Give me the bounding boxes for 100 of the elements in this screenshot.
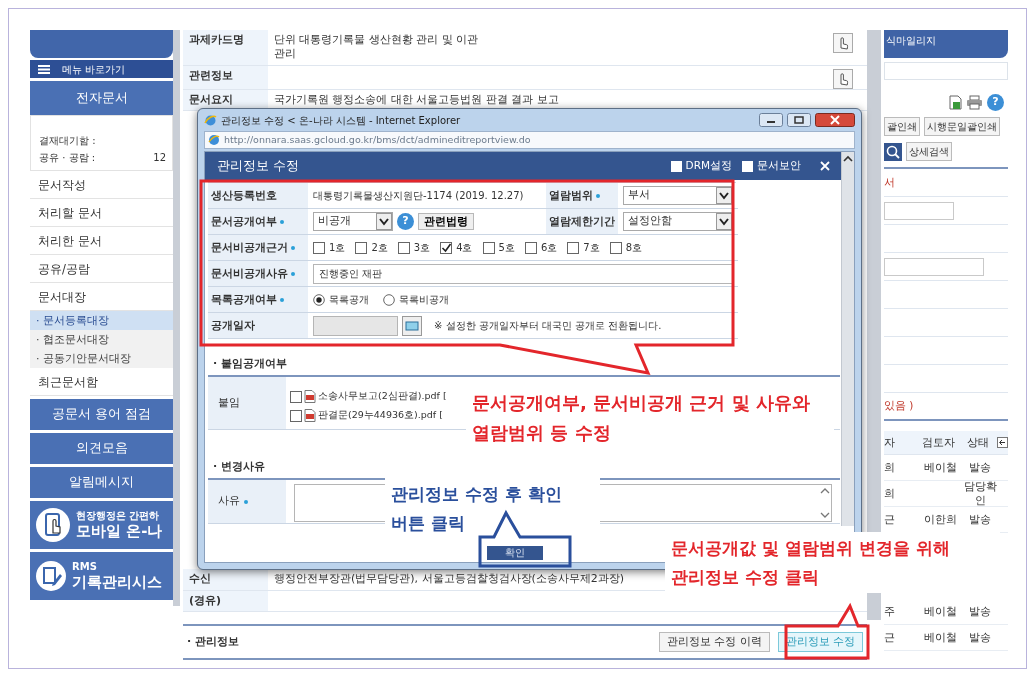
print-icon[interactable] bbox=[966, 95, 983, 110]
checkbox[interactable] bbox=[290, 409, 302, 422]
banner-title: 모바일 온-나 bbox=[76, 521, 163, 542]
maximize-button[interactable] bbox=[787, 113, 811, 127]
close-icon[interactable] bbox=[819, 160, 831, 172]
dialog-title: 관리정보 수정 bbox=[217, 157, 301, 175]
checkbox[interactable] bbox=[670, 160, 682, 172]
file-name[interactable]: 판결문(29누44936호).pdf [ bbox=[318, 409, 443, 422]
sidebar-item[interactable]: 최근문서함 bbox=[30, 368, 173, 396]
field-value: 단위 대통령기록물 생산현황 관리 및 이관 관리 bbox=[274, 33, 479, 62]
checkbox[interactable] bbox=[524, 241, 537, 254]
note-text: ※ 설정한 공개일자부터 대국민 공개로 전환됩니다. bbox=[434, 319, 662, 332]
table-cell-text: 이한희 bbox=[922, 512, 958, 527]
note-text: 서 bbox=[884, 175, 895, 190]
table-cell-text: 주 bbox=[884, 604, 896, 619]
minimize-button[interactable] bbox=[759, 113, 783, 127]
print-button[interactable]: 시행문일괄인쇄 bbox=[924, 117, 1000, 136]
table-cell-text: 희 bbox=[884, 486, 896, 501]
sidebar-subitem[interactable]: · 공동기안문서대장 bbox=[30, 349, 173, 368]
field-label: 열람제한기간 bbox=[549, 214, 615, 229]
annotation-text: 문서공개값 및 열람범위 변경을 위해 관리정보 수정 클릭 bbox=[665, 532, 1000, 594]
phone-icon bbox=[35, 507, 71, 543]
text-field[interactable] bbox=[884, 201, 954, 220]
field-value: 행정안전부장관(법무담당관), 서울고등검찰청검사장(소송사무제2과장) bbox=[274, 572, 625, 587]
checkbox[interactable] bbox=[290, 390, 302, 403]
table-cell-text: 근 bbox=[884, 630, 896, 645]
browser-icon bbox=[208, 134, 220, 146]
field-label: 관련정보 bbox=[183, 65, 268, 89]
sidebar-item[interactable]: 공유/공람 bbox=[30, 255, 173, 283]
checkbox-label: 3호 bbox=[413, 241, 431, 254]
action-button[interactable]: 관리정보 수정 이력 bbox=[658, 632, 770, 652]
checkbox[interactable] bbox=[609, 241, 622, 254]
field-label: 수신 bbox=[183, 569, 268, 590]
table-cell-text: 발송 bbox=[968, 512, 992, 527]
table-cell-text: 근 bbox=[884, 512, 896, 527]
detail-search-button[interactable]: 상세검색 bbox=[906, 142, 952, 161]
related-law-button[interactable]: 관련법령 bbox=[418, 212, 474, 231]
panel-tab[interactable]: 식마일리지 bbox=[884, 30, 1008, 58]
section-title: · 변경사유 bbox=[213, 460, 266, 475]
scrollbar[interactable] bbox=[841, 152, 854, 526]
sidebar-button[interactable]: 알림메시지 bbox=[30, 467, 173, 498]
text-field[interactable]: 진행중인 재판 bbox=[313, 263, 733, 284]
pdf-file-icon bbox=[304, 409, 316, 422]
table-cell-text: 희 bbox=[884, 460, 896, 475]
calendar-button[interactable] bbox=[402, 315, 422, 336]
checkbox[interactable] bbox=[313, 241, 325, 254]
sidebar-item[interactable]: 문서작성 bbox=[30, 171, 173, 199]
sidebar-button[interactable]: 공문서 용어 점검 bbox=[30, 399, 173, 430]
dropdown[interactable]: 설정안함 bbox=[623, 212, 733, 231]
sidebar-subitem[interactable]: · 문서등록대장 bbox=[30, 311, 173, 330]
radio-button[interactable] bbox=[313, 293, 325, 306]
checkbox-label: 1호 bbox=[329, 241, 346, 254]
file-name[interactable]: 소송사무보고(2심판결).pdf [ bbox=[318, 390, 447, 403]
checkbox-label: 2호 bbox=[371, 241, 388, 254]
sidebar-subitem[interactable]: · 협조문서대장 bbox=[30, 330, 173, 349]
field-label: 과제카드명 bbox=[183, 30, 268, 65]
promo-banner[interactable]: RMS 기록관리시스 bbox=[30, 552, 173, 600]
radio-button[interactable] bbox=[383, 293, 395, 306]
sidebar-item[interactable]: 처리할 문서 bbox=[30, 199, 173, 227]
checkbox[interactable] bbox=[355, 241, 368, 254]
field-label: 목록공개여부 bbox=[211, 292, 277, 307]
text-field[interactable] bbox=[884, 257, 984, 276]
banner-caption: 현장행정은 간편하 bbox=[76, 508, 161, 522]
table-cell-text: 발송 bbox=[968, 460, 992, 475]
column-header: 자 bbox=[884, 435, 896, 450]
counter-label: 공유 · 공람 : bbox=[39, 151, 96, 164]
section-title: 전자문서 bbox=[30, 81, 173, 115]
note-text: 있음 ) bbox=[884, 399, 914, 413]
search-button[interactable] bbox=[884, 142, 902, 161]
arrow-left-icon[interactable] bbox=[997, 437, 1008, 448]
checkbox[interactable] bbox=[482, 241, 495, 254]
print-button[interactable]: 괄인쇄 bbox=[884, 117, 920, 136]
confirm-button[interactable]: 확인 bbox=[487, 546, 543, 560]
field-value: 국가기록원 행정소송에 대한 서울고등법원 판결 결과 보고 bbox=[274, 92, 559, 107]
menu-shortcut-button[interactable]: 메뉴 바로가기 bbox=[30, 60, 173, 78]
sidebar-item[interactable]: 처리한 문서 bbox=[30, 227, 173, 255]
checkbox[interactable] bbox=[440, 241, 453, 254]
checkbox[interactable] bbox=[742, 160, 753, 172]
radio-label: 목록비공개 bbox=[399, 293, 449, 306]
dropdown[interactable]: 부서 bbox=[623, 186, 733, 205]
field-label: (경유) bbox=[183, 590, 268, 611]
promo-banner[interactable]: 현장행정은 간편하 모바일 온-나 bbox=[30, 501, 173, 549]
section-title: · 붙임공개여부 bbox=[213, 357, 288, 372]
column-header: 검토자 bbox=[921, 435, 957, 450]
caret-icon bbox=[716, 213, 732, 230]
menu-icon bbox=[38, 64, 50, 74]
checkbox[interactable] bbox=[397, 241, 410, 254]
checkbox[interactable] bbox=[567, 241, 580, 254]
sidebar-button[interactable]: 의견모음 bbox=[30, 433, 173, 464]
document-icon[interactable] bbox=[949, 95, 962, 110]
table-cell-text: 베이철 bbox=[922, 630, 958, 645]
close-button[interactable] bbox=[815, 113, 855, 127]
hand-pointer-button[interactable] bbox=[833, 68, 853, 89]
field-label: 공개일자 bbox=[211, 318, 255, 333]
field-label: 문서요지 bbox=[183, 89, 268, 110]
hand-pointer-button[interactable] bbox=[833, 33, 853, 53]
dropdown[interactable]: 비공개 bbox=[313, 212, 393, 231]
checkbox-label: 8호 bbox=[625, 241, 642, 254]
field-label: 문서공개여부 bbox=[211, 214, 277, 229]
table-cell-text: 담당확인 bbox=[962, 479, 998, 508]
